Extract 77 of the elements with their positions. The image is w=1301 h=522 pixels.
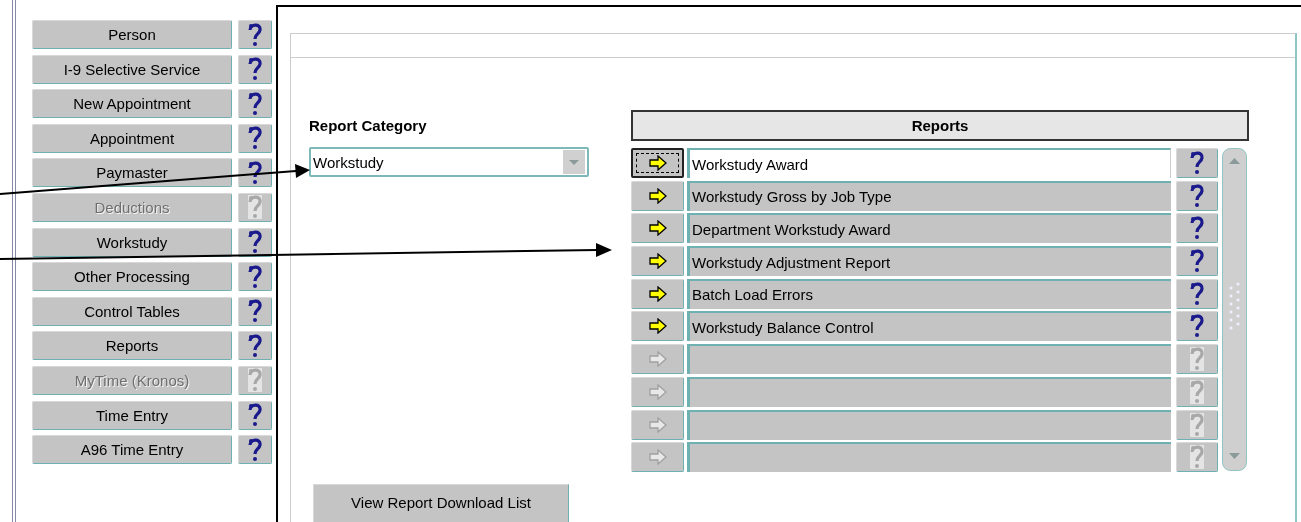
nav-button[interactable]: I-9 Selective Service xyxy=(32,54,232,84)
download-list-button[interactable]: View Report Download List xyxy=(313,484,569,522)
help-icon xyxy=(246,229,264,256)
nav-button[interactable]: New Appointment xyxy=(32,89,232,119)
help-button[interactable] xyxy=(238,158,272,188)
report-name-field[interactable]: Department Workstudy Award xyxy=(687,213,1171,244)
report-name-field[interactable]: Workstudy Award xyxy=(687,148,1171,178)
help-icon xyxy=(246,90,264,117)
help-icon xyxy=(1188,444,1206,471)
arrow-right-icon xyxy=(648,383,667,400)
nav-button[interactable]: A96 Time Entry xyxy=(32,435,232,465)
nav-button[interactable]: Reports xyxy=(32,331,232,361)
nav-button[interactable]: Workstudy xyxy=(32,227,232,257)
arrow-right-icon xyxy=(648,416,667,433)
help-button[interactable] xyxy=(1176,180,1218,211)
arrow-right-icon xyxy=(648,351,667,368)
help-button[interactable] xyxy=(238,296,272,326)
nav-button[interactable]: Time Entry xyxy=(32,400,232,430)
report-name-field[interactable]: Workstudy Adjustment Report xyxy=(687,246,1171,277)
arrow-right-icon xyxy=(648,187,667,204)
help-button[interactable] xyxy=(1176,148,1218,178)
help-button[interactable] xyxy=(238,89,272,119)
help-icon xyxy=(246,125,264,152)
help-button[interactable] xyxy=(1176,311,1218,342)
help-button[interactable] xyxy=(1176,246,1218,277)
help-icon xyxy=(1188,248,1206,275)
report-name-field[interactable] xyxy=(687,442,1171,473)
help-icon xyxy=(246,194,264,221)
help-icon xyxy=(1188,150,1206,176)
help-icon xyxy=(246,436,264,463)
help-icon xyxy=(1188,411,1206,438)
help-button[interactable] xyxy=(1176,213,1218,244)
help-icon xyxy=(246,298,264,325)
nav-button[interactable]: Paymaster xyxy=(32,158,232,188)
help-button[interactable] xyxy=(238,262,272,292)
help-icon xyxy=(246,21,264,48)
nav-button[interactable]: Appointment xyxy=(32,123,232,153)
help-icon xyxy=(1188,378,1206,405)
help-button[interactable] xyxy=(238,331,272,361)
report-name-field[interactable] xyxy=(687,409,1171,440)
report-name-field[interactable]: Workstudy Gross by Job Type xyxy=(687,180,1171,211)
arrow-right-icon xyxy=(648,285,667,302)
help-button[interactable] xyxy=(238,400,272,430)
help-icon xyxy=(246,56,264,83)
help-button[interactable] xyxy=(238,123,272,153)
help-button[interactable] xyxy=(238,20,272,49)
arrow-right-icon xyxy=(648,220,667,237)
nav-button[interactable]: Other Processing xyxy=(32,262,232,292)
help-icon xyxy=(1188,215,1206,242)
help-icon xyxy=(246,332,264,359)
report-name-field[interactable] xyxy=(687,376,1171,407)
report-name-field[interactable]: Workstudy Balance Control xyxy=(687,311,1171,342)
header-label: Reports xyxy=(911,117,969,134)
field-label: Report Category xyxy=(309,117,428,134)
help-button[interactable] xyxy=(1176,278,1218,309)
run-report-button[interactable] xyxy=(631,148,684,178)
report-name-field[interactable] xyxy=(687,344,1171,375)
nav-button[interactable]: Control Tables xyxy=(32,296,232,326)
help-button[interactable] xyxy=(238,435,272,465)
arrow-right-icon xyxy=(648,318,667,335)
help-icon xyxy=(246,159,264,186)
arrow-right-icon xyxy=(648,253,667,270)
help-icon xyxy=(1188,280,1206,307)
report-name-field[interactable]: Batch Load Errors xyxy=(687,278,1171,309)
help-icon xyxy=(1188,346,1206,373)
nav-button[interactable]: Person xyxy=(32,20,232,49)
help-icon xyxy=(246,263,264,290)
help-icon xyxy=(1188,313,1206,340)
arrow-right-icon xyxy=(648,449,667,466)
category-dropdown[interactable]: Workstudy xyxy=(309,147,589,177)
help-icon xyxy=(246,402,264,429)
arrow-right-icon xyxy=(648,155,667,171)
help-button[interactable] xyxy=(238,227,272,257)
help-button[interactable] xyxy=(238,54,272,84)
help-icon xyxy=(246,367,264,394)
help-icon xyxy=(1188,182,1206,209)
scrollbar[interactable] xyxy=(1222,148,1247,471)
